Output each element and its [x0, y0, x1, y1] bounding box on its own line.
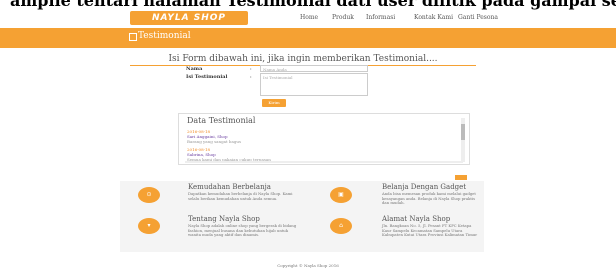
- testimonial-entry: 2016-08-18 Sabrina, Shop Semua kami dan …: [187, 147, 271, 162]
- testimonial-list[interactable]: Data Testimonial 2016-08-18 Sari Anggain…: [178, 113, 470, 165]
- testimonial-entry: 2016-08-18 Sari Anggaini, Shop Barang ya…: [187, 129, 241, 144]
- name-input[interactable]: Nama Anda: [260, 65, 368, 72]
- info-title: Tentang Nayla Shop: [188, 215, 260, 223]
- gift-icon: ▣: [330, 187, 352, 203]
- info-text: Jln. Bangkoan No. 5, Jl. Pesant FT KPC K…: [382, 223, 478, 237]
- nav-home[interactable]: Home: [300, 14, 318, 21]
- nav-kontak[interactable]: Kontak Kami: [414, 14, 453, 21]
- name-label: Nama: [186, 66, 203, 72]
- cart-icon: ⊙: [138, 187, 160, 203]
- entry-message: Barang yang sangat bagus: [187, 139, 242, 144]
- nav-informasi[interactable]: Informasi: [366, 14, 395, 21]
- info-text: Dapatkan kemudahan berbelanja di Nayla S…: [188, 191, 293, 201]
- brand-logo[interactable]: NAYLA SHOP: [130, 11, 248, 25]
- page-banner: Testimonial: [0, 28, 616, 48]
- page-title: Testimonial: [138, 31, 191, 41]
- vertical-scrollbar[interactable]: [461, 118, 465, 162]
- bag-icon: ▾: [138, 218, 160, 234]
- message-textarea[interactable]: Isi Testimonial: [260, 73, 368, 96]
- info-text: Anda bisa memesan produk kami melalui ga…: [382, 191, 476, 205]
- info-text: Nayla Shop adalah online shop yang berge…: [188, 223, 297, 237]
- horizontal-scrollbar[interactable]: [185, 161, 463, 163]
- info-title: Belanja Dengan Gadget: [382, 183, 467, 191]
- scroll-thumb[interactable]: [461, 124, 465, 140]
- edit-icon: [129, 33, 137, 41]
- info-title: Kemudahan Berbelanja: [188, 183, 271, 191]
- submit-button[interactable]: Kirim: [262, 99, 286, 107]
- back-to-top-button[interactable]: [455, 175, 467, 180]
- info-section: ⊙ Kemudahan Berbelanja Dapatkan kemudaha…: [120, 181, 484, 252]
- footer-copyright: Copyright © Nayla Shop 2016: [277, 263, 339, 268]
- navbar: NAYLA SHOP Home Produk Informasi Kontak …: [0, 10, 616, 28]
- name-colon: :: [250, 66, 252, 72]
- data-testimonial-title: Data Testimonial: [187, 116, 256, 125]
- home-icon: ⌂: [330, 218, 352, 234]
- message-label: Isi Testimonial: [186, 74, 228, 80]
- info-title: Alamat Nayla Shop: [382, 215, 451, 223]
- message-colon: :: [250, 74, 252, 80]
- nav-ganti-pesona[interactable]: Ganti Pesona: [458, 14, 498, 21]
- form-heading: Isi Form dibawah ini, jika ingin memberi…: [168, 54, 438, 64]
- nav-produk[interactable]: Produk: [332, 14, 354, 21]
